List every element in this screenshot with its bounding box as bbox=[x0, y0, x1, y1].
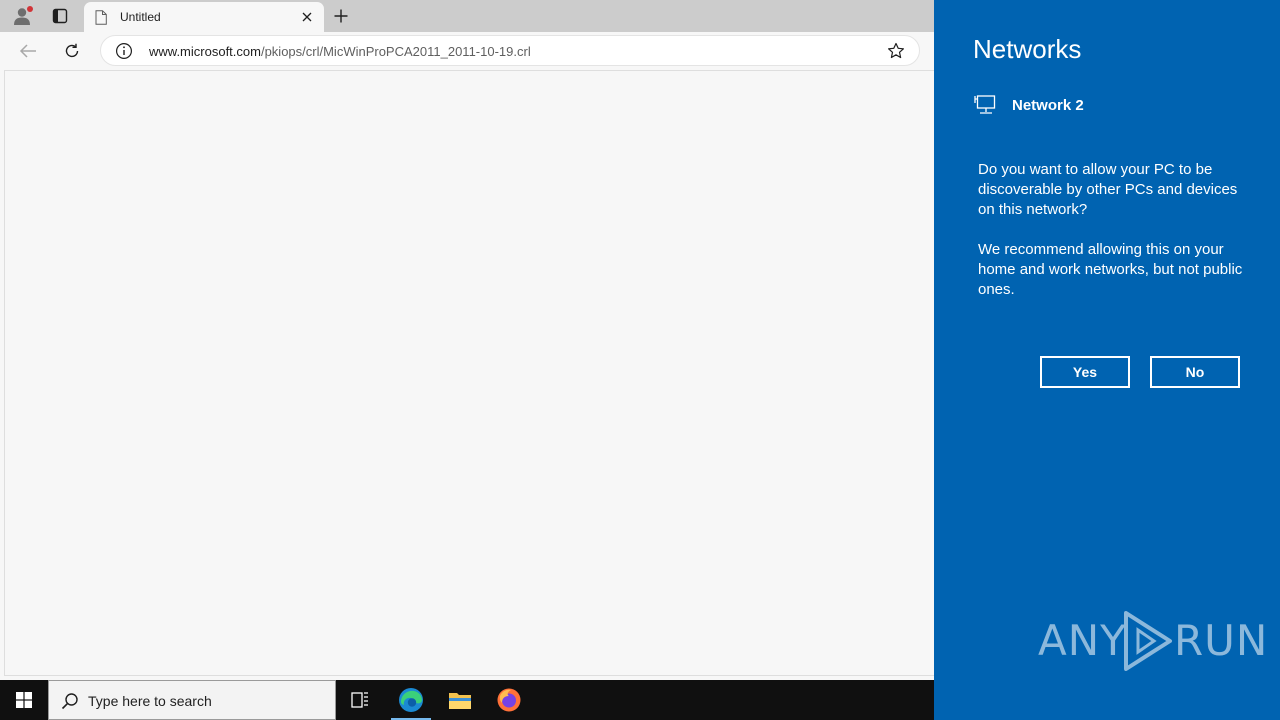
tab-actions-icon bbox=[52, 8, 68, 24]
tab-actions-button[interactable] bbox=[46, 3, 74, 29]
task-view-button[interactable] bbox=[336, 680, 384, 720]
networks-flyout: Networks Network 2 Do you want to allow … bbox=[934, 0, 1280, 720]
refresh-button[interactable] bbox=[60, 39, 84, 63]
tab-strip: Untitled bbox=[0, 0, 934, 32]
profile-notification-badge bbox=[27, 6, 33, 12]
tab-untitled[interactable]: Untitled bbox=[84, 2, 324, 32]
ethernet-network-icon bbox=[974, 95, 996, 114]
anyrun-watermark: ANY RUN bbox=[1038, 608, 1267, 674]
firefox-taskbar-button[interactable] bbox=[485, 680, 533, 720]
url-path: /pkiops/crl/MicWinProPCA2011_2011-10-19.… bbox=[260, 44, 531, 59]
info-icon[interactable] bbox=[115, 42, 133, 60]
search-icon bbox=[61, 693, 78, 710]
play-triangle-icon bbox=[1124, 611, 1172, 671]
task-view-icon bbox=[351, 692, 368, 708]
watermark-text-left: ANY bbox=[1038, 616, 1127, 665]
edge-icon bbox=[399, 688, 423, 712]
folder-icon bbox=[449, 693, 471, 709]
arrow-left-icon bbox=[19, 44, 36, 58]
no-button[interactable]: No bbox=[1150, 356, 1240, 388]
page-viewport[interactable] bbox=[4, 70, 934, 676]
watermark-text-right: RUN bbox=[1174, 616, 1269, 665]
browser-window: Untitled www.microsoft.com/pkiops/crl/Mi… bbox=[0, 0, 934, 680]
address-bar[interactable]: www.microsoft.com/pkiops/crl/MicWinProPC… bbox=[100, 35, 920, 66]
taskbar: Type here to search bbox=[0, 680, 934, 720]
favorite-star-icon[interactable] bbox=[887, 42, 905, 60]
search-placeholder: Type here to search bbox=[88, 693, 212, 709]
tab-title: Untitled bbox=[120, 10, 161, 24]
back-button[interactable] bbox=[16, 39, 40, 63]
edge-taskbar-button[interactable] bbox=[387, 680, 435, 720]
discovery-question: Do you want to allow your PC to be disco… bbox=[978, 161, 1238, 218]
file-explorer-taskbar-button[interactable] bbox=[436, 680, 484, 720]
taskbar-search-box[interactable]: Type here to search bbox=[48, 680, 336, 720]
navigation-toolbar: www.microsoft.com/pkiops/crl/MicWinProPC… bbox=[0, 32, 934, 70]
page-icon bbox=[95, 10, 107, 25]
plus-icon bbox=[334, 9, 348, 23]
windows-logo-icon bbox=[16, 692, 32, 708]
profile-button[interactable] bbox=[8, 3, 36, 29]
firefox-icon bbox=[497, 688, 521, 712]
new-tab-button[interactable] bbox=[330, 4, 352, 28]
close-icon bbox=[302, 12, 312, 22]
url-host: www.microsoft.com bbox=[149, 44, 261, 59]
start-button[interactable] bbox=[0, 680, 48, 720]
address-url[interactable]: www.microsoft.com/pkiops/crl/MicWinProPC… bbox=[149, 44, 531, 59]
discovery-recommendation: We recommend allowing this on your home … bbox=[978, 241, 1243, 298]
flyout-title: Networks bbox=[973, 34, 1082, 64]
network-name: Network 2 bbox=[1012, 97, 1084, 114]
tab-close-button[interactable] bbox=[298, 8, 316, 26]
refresh-icon bbox=[65, 43, 79, 58]
yes-button[interactable]: Yes bbox=[1040, 356, 1130, 388]
